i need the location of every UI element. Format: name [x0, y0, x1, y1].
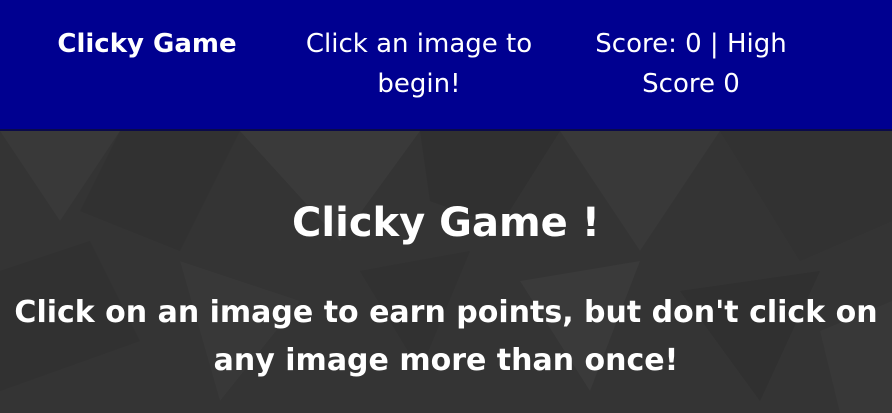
score-display: Score: 0 | High Score 0	[595, 29, 787, 99]
jumbotron: Clicky Game ! Click on an image to earn …	[0, 131, 892, 413]
status-message: Click an image to begin!	[305, 29, 533, 99]
hero-subtitle: Click on an image to earn points, but do…	[14, 295, 878, 378]
brand-title[interactable]: Clicky Game	[22, 24, 272, 64]
navbar: Clicky Game Click an image to begin! Sco…	[0, 0, 892, 131]
hero-title: Clicky Game !	[292, 200, 600, 246]
